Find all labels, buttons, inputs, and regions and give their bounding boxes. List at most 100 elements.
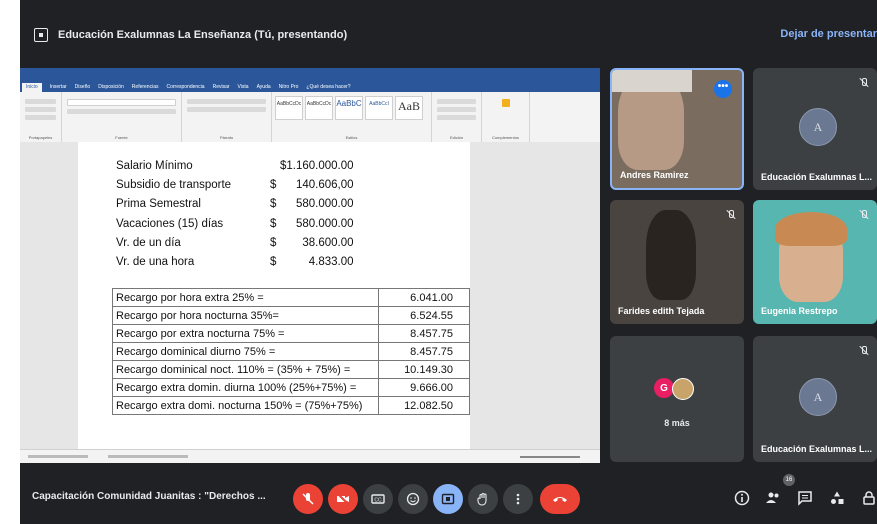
participant-avatar bbox=[672, 378, 694, 400]
document-area: Salario Mínimo $1.160.000.00 Subsidio de … bbox=[20, 142, 600, 449]
meet-window: Educación Exalumnas La Enseñanza (Tú, pr… bbox=[20, 0, 877, 524]
style-sample[interactable]: AaBbCcI bbox=[365, 96, 393, 120]
present-button[interactable] bbox=[433, 484, 463, 514]
ribbon-group: Portapapeles bbox=[20, 92, 62, 142]
participant-name: Eugenia Restrepo bbox=[761, 306, 838, 316]
style-sample[interactable]: AaBbC bbox=[335, 96, 363, 120]
presenting-title: Educación Exalumnas La Enseñanza (Tú, pr… bbox=[58, 29, 348, 41]
present-screen-icon bbox=[441, 493, 455, 505]
surcharge-table: Recargo por hora extra 25% = 6.041.00 Rec… bbox=[112, 288, 470, 415]
lock-icon[interactable] bbox=[860, 490, 877, 508]
table-row: Vr. de una hora $4.833.00 bbox=[116, 256, 354, 269]
participant-tile[interactable]: Farides edith Tejada bbox=[610, 200, 744, 324]
mic-off-icon bbox=[726, 210, 736, 220]
people-icon[interactable] bbox=[764, 490, 782, 508]
participant-video bbox=[646, 210, 696, 300]
table-row: Recargo dominical noct. 110% = (35% + 75… bbox=[112, 360, 470, 379]
org-logo-icon: A bbox=[799, 378, 837, 416]
reactions-button[interactable] bbox=[398, 484, 428, 514]
table-row: Subsidio de transporte $140.606,00 bbox=[116, 178, 354, 191]
controls-bar: Capacitación Comunidad Juanitas : "Derec… bbox=[20, 474, 877, 524]
participant-hair bbox=[775, 212, 847, 246]
leave-call-button[interactable] bbox=[540, 484, 580, 514]
table-row: Vr. de un día $38.600.00 bbox=[116, 236, 354, 249]
participant-tile[interactable]: Eugenia Restrepo bbox=[753, 200, 877, 324]
more-participants-tile[interactable]: G 8 más bbox=[610, 336, 744, 462]
participant-tile[interactable]: A Educación Exalumnas L... bbox=[753, 68, 877, 190]
word-tab[interactable]: Inicio bbox=[22, 83, 42, 92]
ribbon-group-label: Párrafo bbox=[219, 135, 234, 140]
word-tab[interactable]: Diseño bbox=[75, 84, 91, 92]
participant-avatar: G bbox=[654, 378, 674, 398]
style-sample[interactable]: AaBbCcDc bbox=[275, 96, 303, 120]
word-tab[interactable]: Disposición bbox=[98, 84, 124, 92]
table-row: Recargo por hora extra 25% = 6.041.00 bbox=[112, 288, 470, 307]
mic-toggle-button[interactable] bbox=[293, 484, 323, 514]
participant-tile[interactable]: ••• Andres Ramirez bbox=[610, 68, 744, 190]
word-tab[interactable]: Ayuda bbox=[257, 84, 271, 92]
table-row: Recargo por extra nocturna 75% = 8.457.75 bbox=[112, 324, 470, 343]
participant-name: Educación Exalumnas L... bbox=[761, 444, 873, 454]
captions-icon: CC bbox=[371, 494, 385, 504]
word-tab[interactable]: Referencias bbox=[132, 84, 159, 92]
ribbon-group-label: Estilos bbox=[345, 135, 358, 140]
org-logo-icon: A bbox=[799, 108, 837, 146]
ribbon-group: Complementos bbox=[482, 92, 530, 142]
presenting-bar: Educación Exalumnas La Enseñanza (Tú, pr… bbox=[20, 22, 877, 48]
word-tab[interactable]: Revisar bbox=[213, 84, 230, 92]
participant-name: Educación Exalumnas L... bbox=[761, 172, 873, 182]
ribbon-group: AaBbCcDc AaBbCcDc AaBbC AaBbCcI AaB Estilos bbox=[272, 92, 432, 142]
ribbon-group-label: Fuente bbox=[115, 135, 128, 140]
stop-presenting-button[interactable]: Dejar de presentar bbox=[780, 28, 877, 40]
word-ribbon: Portapapeles Fuente Párrafo AaBbCcDc AaBb… bbox=[20, 92, 600, 143]
participant-name: Farides edith Tejada bbox=[618, 306, 705, 316]
more-participants-label: 8 más bbox=[664, 418, 690, 428]
mic-off-icon bbox=[302, 493, 314, 505]
svg-text:CC: CC bbox=[374, 498, 382, 504]
people-count-badge: 16 bbox=[783, 474, 795, 486]
ribbon-group-label: Edición bbox=[449, 135, 464, 140]
activities-icon[interactable] bbox=[828, 490, 846, 508]
word-tab[interactable]: Insertar bbox=[50, 84, 67, 92]
word-status-bar bbox=[20, 449, 600, 463]
table-row: Prima Semestral $580.000.00 bbox=[116, 198, 354, 211]
hand-icon bbox=[477, 492, 487, 506]
present-screen-icon bbox=[34, 28, 48, 42]
ribbon-group: Fuente bbox=[62, 92, 182, 142]
camera-toggle-button[interactable] bbox=[328, 484, 358, 514]
meeting-info-icon[interactable] bbox=[733, 490, 751, 508]
captions-button[interactable]: CC bbox=[363, 484, 393, 514]
table-row: Recargo dominical diurno 75% = 8.457.75 bbox=[112, 342, 470, 361]
camera-off-icon bbox=[337, 493, 349, 505]
mic-off-icon bbox=[859, 346, 869, 356]
more-options-icon[interactable]: ••• bbox=[714, 80, 732, 98]
style-sample[interactable]: AaB bbox=[395, 96, 423, 120]
more-vert-icon bbox=[516, 493, 520, 505]
word-tab[interactable]: Correspondencia bbox=[166, 84, 204, 92]
word-tab[interactable]: ¿Qué desea hacer? bbox=[306, 84, 350, 92]
ribbon-group: Párrafo bbox=[182, 92, 272, 142]
salary-table: Salario Mínimo $1.160.000.00 Subsidio de … bbox=[116, 156, 354, 272]
document-page[interactable]: Salario Mínimo $1.160.000.00 Subsidio de … bbox=[78, 142, 470, 449]
shared-screen: Inicio Insertar Diseño Disposición Refer… bbox=[20, 68, 600, 463]
table-row: Recargo por hora nocturna 35%= 6.524.55 bbox=[112, 306, 470, 325]
table-row: Recargo extra domi. nocturna 150% = (75%… bbox=[112, 396, 470, 415]
participant-tile[interactable]: A Educación Exalumnas L... bbox=[753, 336, 877, 462]
word-tab[interactable]: Nitro Pro bbox=[279, 84, 299, 92]
hang-up-icon bbox=[553, 497, 567, 502]
table-row: Salario Mínimo $1.160.000.00 bbox=[116, 159, 354, 172]
emoji-icon bbox=[406, 492, 420, 506]
word-ribbon-tabs: Inicio Insertar Diseño Disposición Refer… bbox=[20, 80, 600, 92]
word-title-bar bbox=[20, 68, 600, 80]
ribbon-group-label: Portapapeles bbox=[28, 135, 53, 140]
more-options-button[interactable] bbox=[503, 484, 533, 514]
table-row: Recargo extra domin. diurna 100% (25%+75… bbox=[112, 378, 470, 397]
word-tab[interactable]: Vista bbox=[238, 84, 249, 92]
mic-off-icon bbox=[859, 78, 869, 88]
ribbon-group: Edición bbox=[432, 92, 482, 142]
table-row: Vacaciones (15) días $580.000.00 bbox=[116, 217, 354, 230]
style-sample[interactable]: AaBbCcDc bbox=[305, 96, 333, 120]
chat-icon[interactable] bbox=[796, 490, 814, 508]
raise-hand-button[interactable] bbox=[468, 484, 498, 514]
mic-off-icon bbox=[859, 210, 869, 220]
